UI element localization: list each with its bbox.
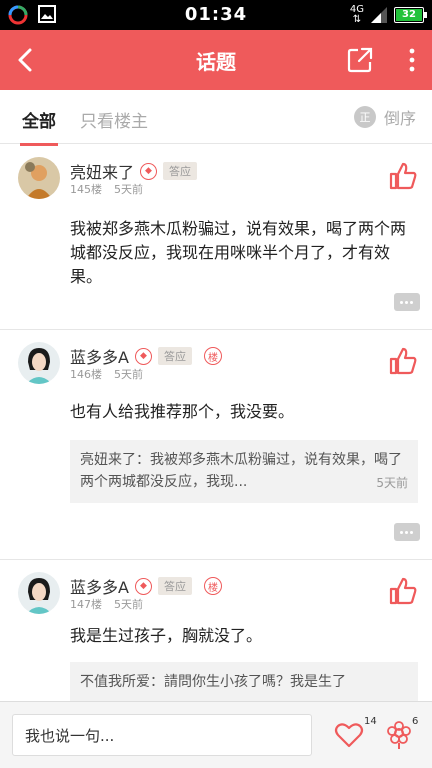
avatar[interactable] [18, 157, 60, 199]
app-bar: 话题 [0, 30, 432, 90]
quote-text: 不值我所爱：請問你生小孩了嗎？我是生了 [80, 674, 346, 690]
signal-icon [371, 7, 387, 23]
like-count: 14 [364, 716, 377, 727]
post-time: 5天前 [114, 368, 143, 381]
sort-button[interactable]: 正 倒序 [353, 105, 416, 129]
reply-item: 亮妞来了 ◆ 答应 145楼 5天前 我被郑多燕木瓜粉骗过，说有效果，喝了两个两… [0, 145, 432, 330]
reply-input[interactable]: 我也说一句... [12, 714, 312, 756]
floor-number: 146楼 [70, 368, 102, 381]
quote-time: 5天前 [376, 476, 408, 490]
user-badge: 答应 [157, 577, 192, 595]
floor-owner-badge: 楼 [203, 577, 222, 595]
reply-content: 我是生过孩子，胸就没了。 [70, 626, 263, 645]
username[interactable]: 蓝多多A [70, 574, 129, 598]
filter-bar: 全部 只看楼主 正 倒序 [0, 90, 432, 146]
floor-owner-badge: 楼 [203, 347, 222, 365]
reply-content: 也有人给我推荐那个，我没要。 [70, 402, 295, 421]
bottom-bar: 我也说一句... 14 6 [0, 701, 432, 768]
reply-list: 亮妞来了 ◆ 答应 145楼 5天前 我被郑多燕木瓜粉骗过，说有效果，喝了两个两… [0, 145, 432, 701]
floor-number: 147楼 [70, 598, 102, 611]
reply-item: 蓝多多A ◆ 答应 楼 146楼 5天前 也有人给我推荐那个，我没要。 亮妞来了… [0, 330, 432, 560]
heart-icon[interactable] [334, 720, 364, 750]
gem-badge-icon: ◆ [134, 577, 152, 595]
thumb-up-icon[interactable] [388, 161, 418, 191]
quoted-reply[interactable]: 亮妞来了：我被郑多燕木瓜粉骗过，说有效果，喝了两个两城都没反应，我现... 5天… [70, 440, 418, 503]
battery-level: 32 [402, 9, 416, 20]
user-badge: 答应 [157, 347, 192, 365]
thumb-up-icon[interactable] [388, 346, 418, 376]
data-arrows-icon: ⇅ [352, 14, 362, 25]
avatar[interactable] [18, 572, 60, 614]
avatar[interactable] [18, 342, 60, 384]
comment-icon[interactable] [394, 293, 420, 311]
battery-icon: 32 [394, 7, 427, 23]
reply-content: 我被郑多燕木瓜粉骗过，说有效果，喝了两个两城都没反应，我现在用咪咪半个月了，才有… [70, 219, 407, 286]
sort-label: 倒序 [383, 109, 416, 128]
thumb-up-icon[interactable] [388, 576, 418, 606]
quote-text: 亮妞来了：我被郑多燕木瓜粉骗过，说有效果，喝了两个两城都没反应，我现... [80, 452, 402, 490]
flower-icon[interactable] [384, 720, 414, 750]
gem-badge-icon: ◆ [140, 162, 158, 180]
flower-count: 6 [412, 716, 419, 727]
username[interactable]: 蓝多多A [70, 344, 129, 368]
share-icon[interactable] [346, 46, 374, 74]
sort-icon: 正 [353, 106, 376, 128]
more-icon[interactable] [402, 44, 422, 76]
status-bar: 01:34 4G ⇅ 32 [0, 0, 432, 30]
quoted-reply[interactable]: 不值我所爱：請問你生小孩了嗎？我是生了 [70, 662, 418, 701]
tab-owner-only[interactable]: 只看楼主 [80, 107, 148, 132]
floor-number: 145楼 [70, 183, 102, 196]
post-time: 5天前 [114, 183, 143, 196]
comment-icon[interactable] [394, 523, 420, 541]
username[interactable]: 亮妞来了 [70, 159, 134, 183]
tab-all[interactable]: 全部 [20, 107, 58, 146]
reply-item: 蓝多多A ◆ 答应 楼 147楼 5天前 我是生过孩子，胸就没了。 不值我所爱：… [0, 560, 432, 701]
post-time: 5天前 [114, 598, 143, 611]
gem-badge-icon: ◆ [134, 347, 152, 365]
user-badge: 答应 [163, 162, 198, 180]
